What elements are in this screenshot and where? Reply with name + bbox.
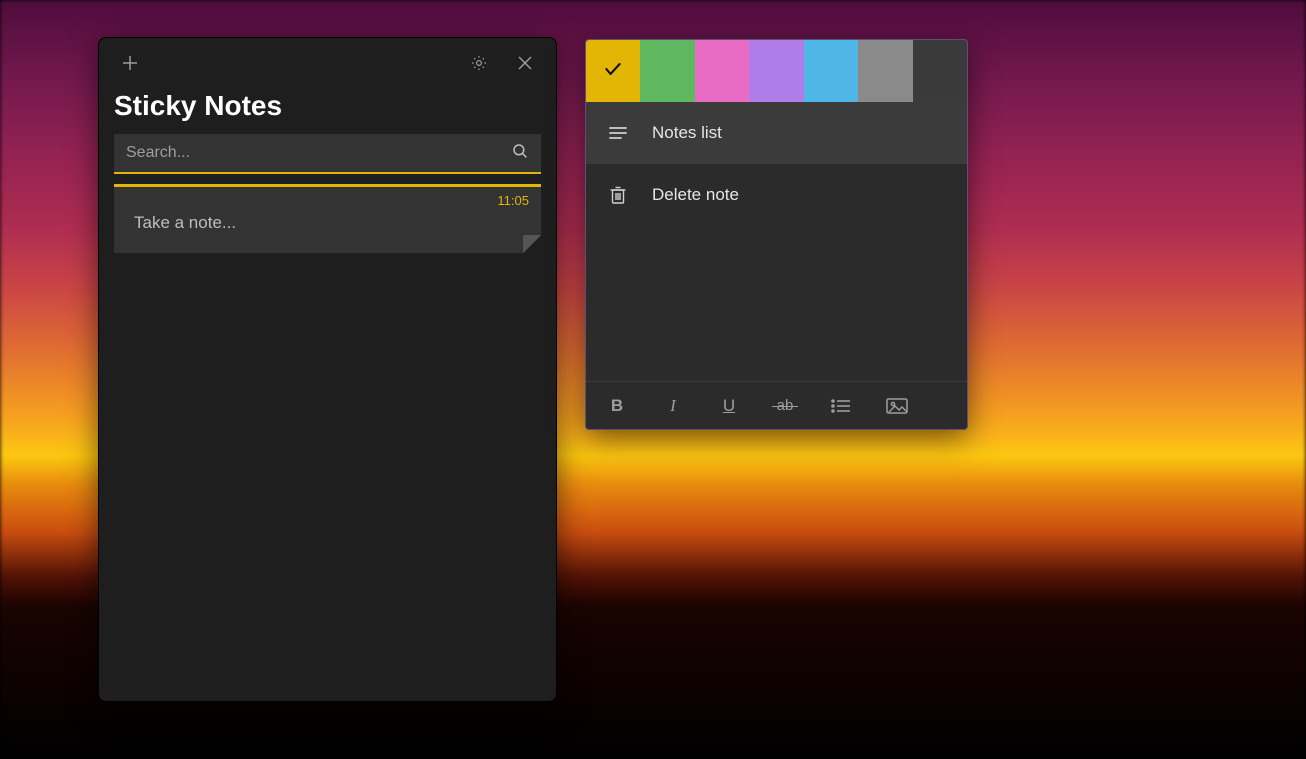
image-icon (886, 398, 908, 414)
close-button[interactable] (502, 38, 548, 88)
check-icon (603, 59, 623, 84)
search-input[interactable] (126, 144, 511, 162)
dog-ear-icon (523, 235, 541, 253)
close-icon (518, 56, 532, 70)
settings-button[interactable] (456, 38, 502, 88)
color-swatch-yellow[interactable] (586, 40, 640, 102)
format-toolbar: B I U ab (586, 381, 967, 429)
color-swatch-green[interactable] (640, 40, 694, 102)
note-preview-text: Take a note... (134, 213, 529, 233)
strikethrough-button[interactable]: ab (774, 397, 796, 414)
note-timestamp: 11:05 (497, 193, 529, 208)
gear-icon (470, 54, 488, 72)
search-icon (511, 142, 529, 165)
menu-item-delete-note[interactable]: Delete note (586, 164, 967, 226)
sticky-notes-list-window: Sticky Notes 11:05 Take a note... (98, 37, 557, 702)
underline-button[interactable]: U (718, 396, 740, 416)
notes-list: 11:05 Take a note... (99, 184, 556, 253)
color-swatch-gray[interactable] (858, 40, 912, 102)
sticky-note-editor-window: Notes list Delete note B I U ab (585, 39, 968, 430)
insert-image-button[interactable] (886, 398, 908, 414)
color-swatch-pink[interactable] (695, 40, 749, 102)
color-swatch-purple[interactable] (749, 40, 803, 102)
search-field[interactable] (114, 134, 541, 174)
app-title: Sticky Notes (99, 88, 556, 134)
list-icon (608, 126, 628, 140)
note-card[interactable]: 11:05 Take a note... (114, 184, 541, 253)
new-note-button[interactable] (107, 38, 153, 88)
bold-button[interactable]: B (606, 396, 628, 416)
trash-icon (608, 186, 628, 204)
color-swatch-charcoal[interactable] (913, 40, 967, 102)
titlebar (99, 38, 556, 88)
color-picker-row (586, 40, 967, 102)
menu-item-label: Notes list (652, 123, 722, 143)
bullet-list-icon (831, 398, 851, 414)
note-editor-body[interactable] (586, 226, 967, 381)
color-swatch-blue[interactable] (804, 40, 858, 102)
bullet-list-button[interactable] (830, 398, 852, 414)
menu-item-notes-list[interactable]: Notes list (586, 102, 967, 164)
menu-item-label: Delete note (652, 185, 739, 205)
italic-button[interactable]: I (662, 396, 684, 416)
plus-icon (122, 55, 138, 71)
